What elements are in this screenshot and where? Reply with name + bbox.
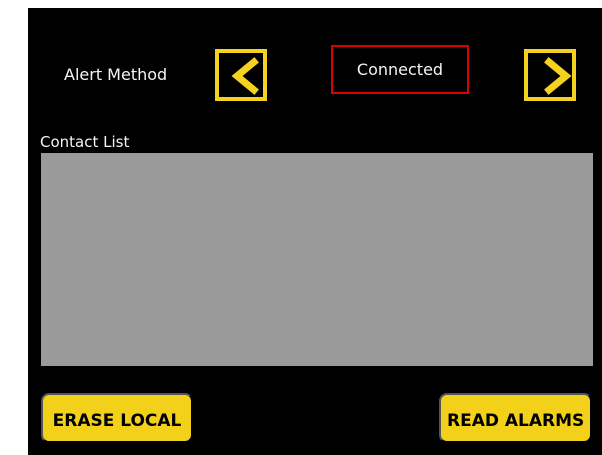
erase-local-button[interactable]: ERASE LOCAL xyxy=(41,393,193,443)
alert-method-label: Alert Method xyxy=(64,65,168,84)
alert-settings-screen: Alert Method Connected Contact List ERAS… xyxy=(0,0,602,455)
contact-list-label: Contact List xyxy=(40,133,130,151)
alert-panel: Alert Method Connected Contact List ERAS… xyxy=(28,8,602,455)
contact-list[interactable] xyxy=(41,153,593,366)
read-alarms-button[interactable]: READ ALARMS xyxy=(439,393,592,443)
previous-alert-method-button[interactable] xyxy=(215,49,267,101)
chevron-right-icon xyxy=(544,57,572,95)
top-border xyxy=(38,0,602,8)
connection-status: Connected xyxy=(331,45,469,94)
chevron-left-icon xyxy=(231,57,259,95)
next-alert-method-button[interactable] xyxy=(524,49,576,101)
